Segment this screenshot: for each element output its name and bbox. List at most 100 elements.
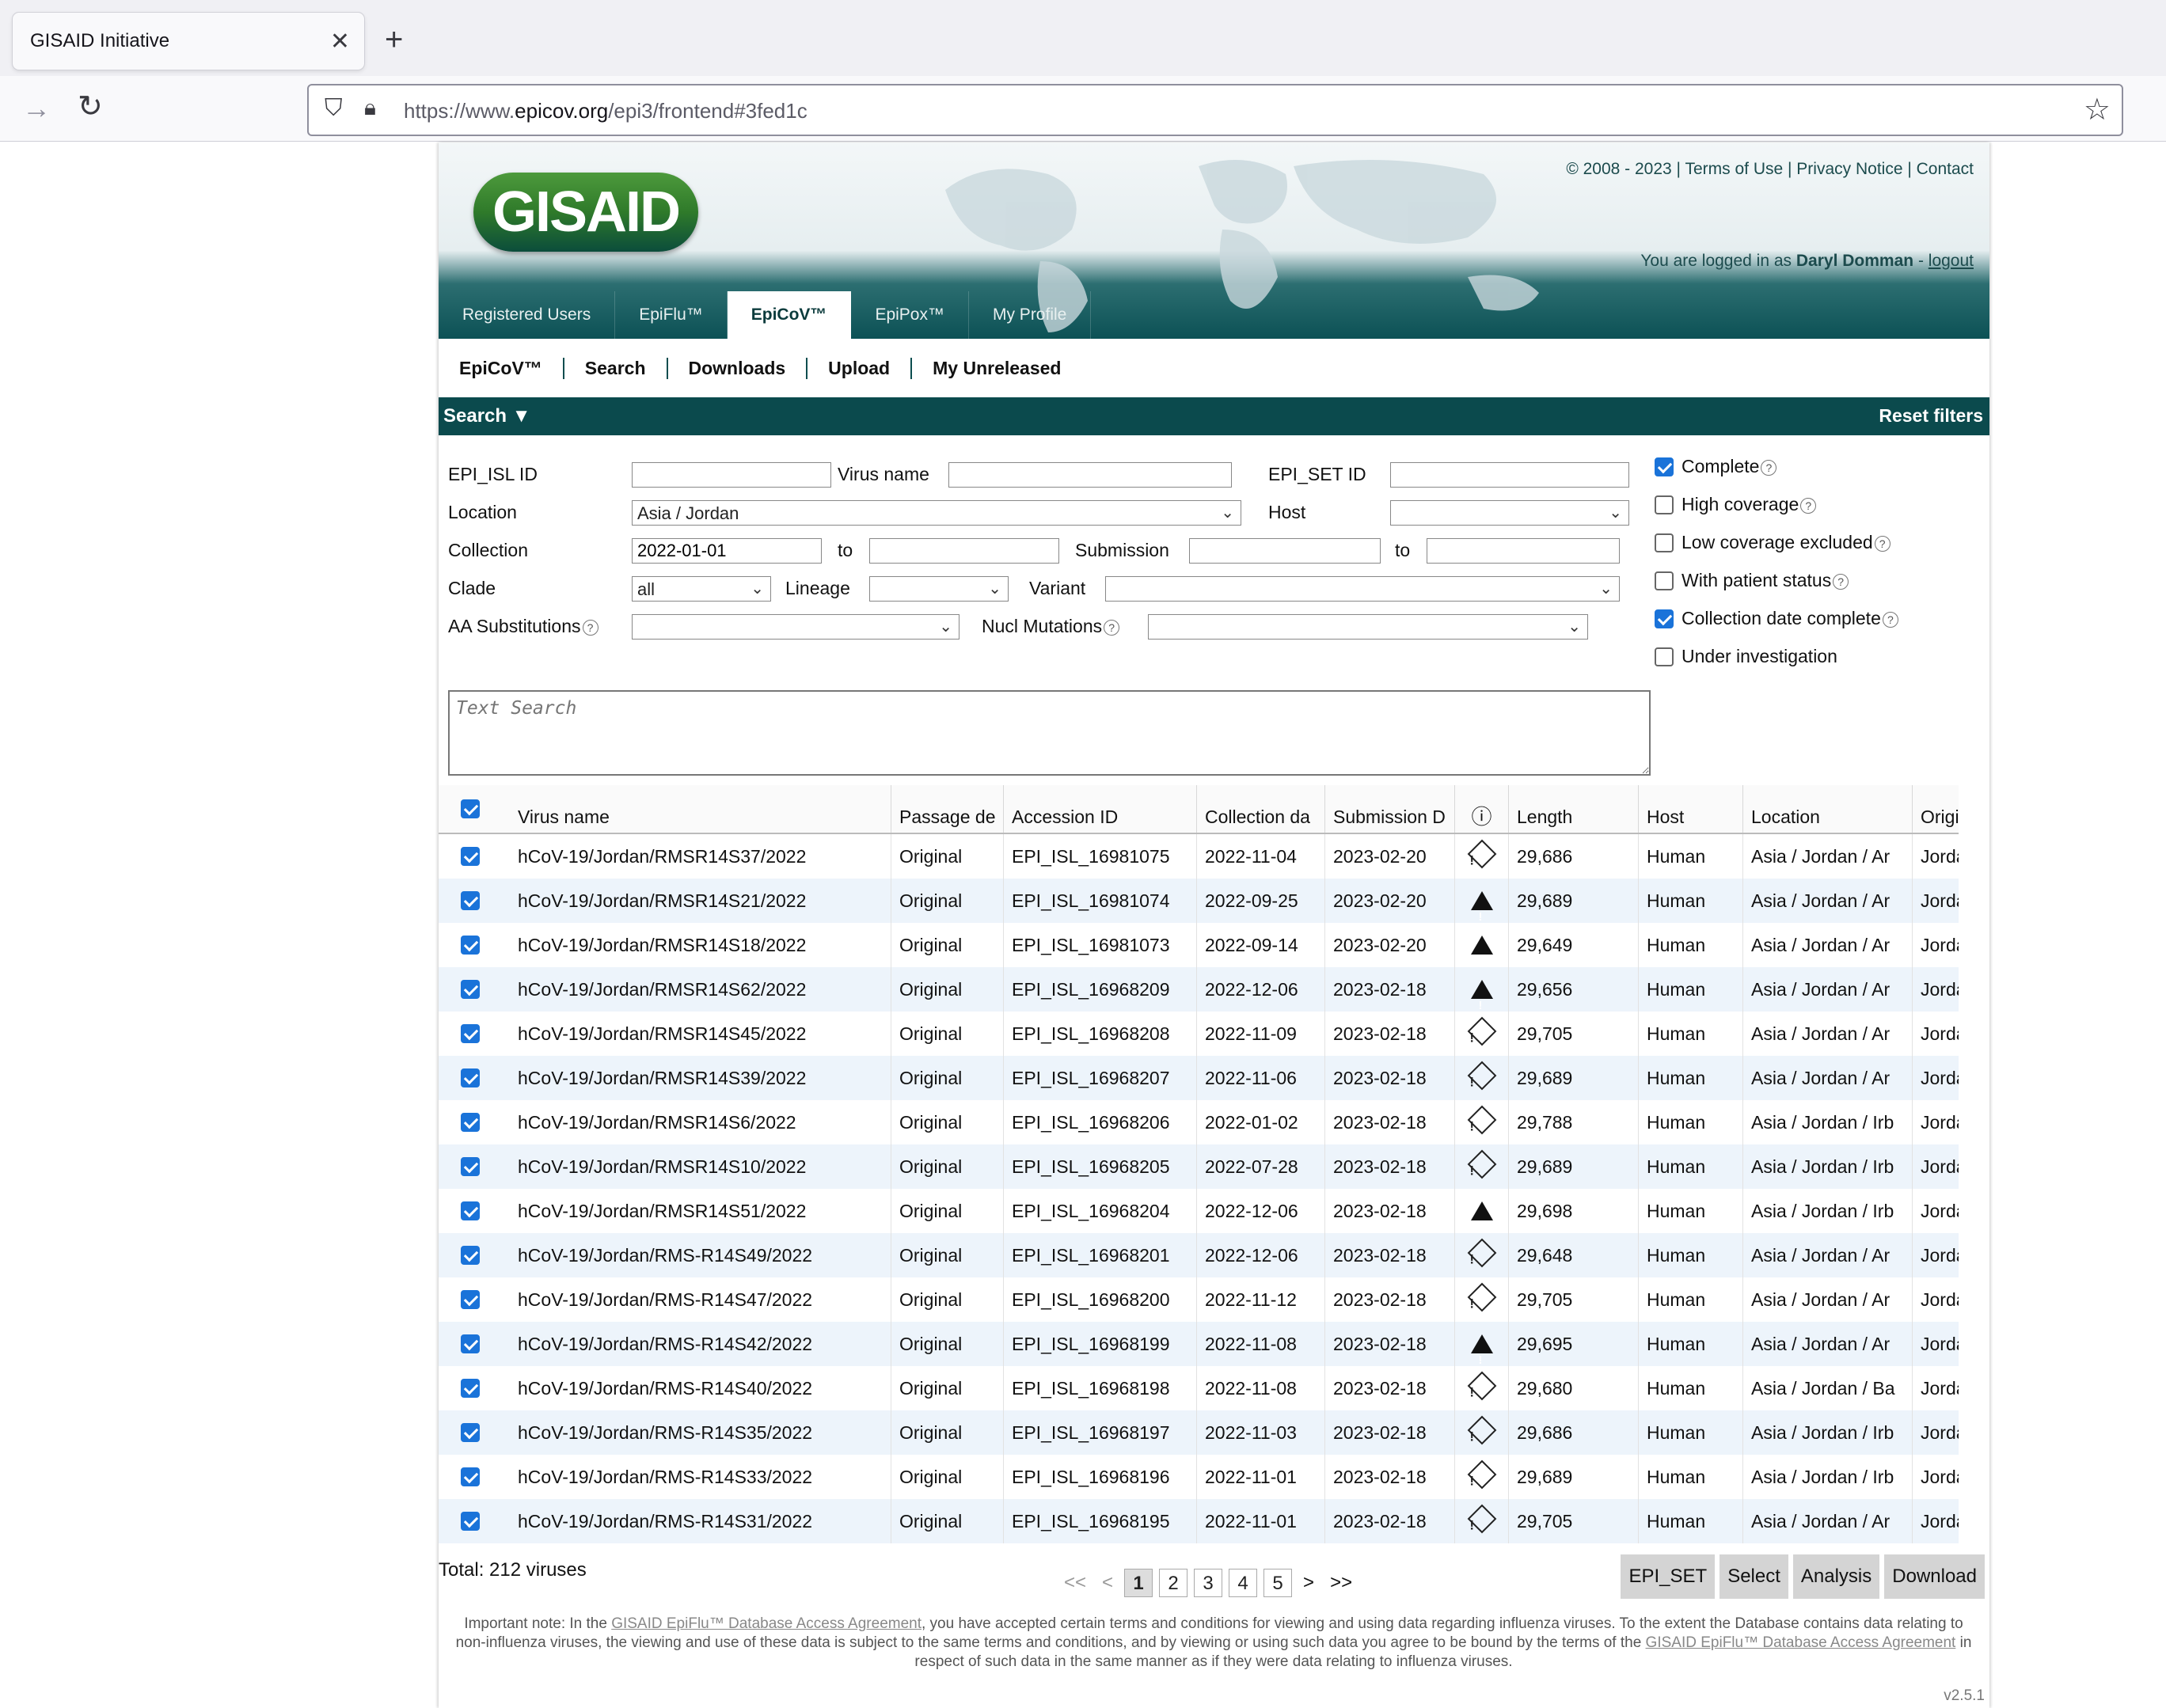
forward-icon[interactable]: →: [22, 92, 51, 125]
cell-virus-name[interactable]: hCoV-19/Jordan/RMSR14S45/2022: [510, 1012, 891, 1056]
warning-diamond-icon[interactable]: [1467, 1061, 1496, 1091]
column-header-length[interactable]: Length: [1509, 785, 1639, 833]
warning-diamond-icon[interactable]: [1467, 1415, 1496, 1445]
column-header-accession-id[interactable]: Accession ID: [1004, 785, 1197, 833]
prev-page-link[interactable]: <: [1102, 1572, 1113, 1594]
row-checkbox[interactable]: [461, 1423, 480, 1442]
filter-label[interactable]: Low coverage excluded?: [1682, 532, 1890, 553]
help-icon[interactable]: ?: [582, 619, 598, 636]
table-row[interactable]: hCoV-19/Jordan/RMS-R14S33/2022 Original EP…: [439, 1455, 1959, 1499]
page-1[interactable]: 1: [1124, 1569, 1153, 1597]
row-checkbox[interactable]: [461, 936, 480, 955]
close-tab-icon[interactable]: ✕: [330, 28, 350, 55]
collection-to-input[interactable]: [869, 538, 1059, 564]
help-icon[interactable]: ?: [1761, 459, 1777, 476]
cell-virus-name[interactable]: hCoV-19/Jordan/RMSR14S39/2022: [510, 1056, 891, 1100]
gisaid-logo[interactable]: GISAID: [473, 173, 698, 252]
search-toggle[interactable]: Search ▼: [443, 405, 530, 427]
logout-link[interactable]: logout: [1928, 252, 1974, 270]
page-3[interactable]: 3: [1194, 1569, 1223, 1597]
agreement-link-2[interactable]: GISAID EpiFlu™ Database Access Agreement: [1646, 1634, 1956, 1651]
filter-checkbox[interactable]: [1655, 457, 1674, 476]
privacy-link[interactable]: Privacy Notice: [1796, 160, 1902, 178]
filter-label[interactable]: With patient status?: [1682, 570, 1849, 591]
shield-icon[interactable]: ⛉: [325, 95, 343, 122]
subnav-epicov[interactable]: EpiCoV™: [439, 358, 563, 379]
cell-virus-name[interactable]: hCoV-19/Jordan/RMSR14S62/2022: [510, 967, 891, 1012]
row-checkbox[interactable]: [461, 891, 480, 910]
cell-accession-id[interactable]: EPI_ISL_16968206: [1004, 1100, 1197, 1144]
table-row[interactable]: hCoV-19/Jordan/RMSR14S10/2022 Original EPI…: [439, 1144, 1959, 1189]
subnav-downloads[interactable]: Downloads: [666, 357, 807, 379]
warning-triangle-icon[interactable]: [1470, 936, 1493, 967]
filter-checkbox[interactable]: [1655, 533, 1674, 552]
table-row[interactable]: hCoV-19/Jordan/RMS-R14S31/2022 Original EP…: [439, 1499, 1959, 1543]
cell-virus-name[interactable]: hCoV-19/Jordan/RMS-R14S40/2022: [510, 1366, 891, 1410]
table-row[interactable]: hCoV-19/Jordan/RMS-R14S35/2022 Original EP…: [439, 1410, 1959, 1455]
warning-diamond-icon[interactable]: [1467, 1504, 1496, 1534]
nav-epicov[interactable]: EpiCoV™: [727, 291, 852, 339]
subnav-search[interactable]: Search: [562, 357, 667, 379]
text-search-input[interactable]: [448, 690, 1651, 776]
filter-checkbox[interactable]: [1655, 495, 1674, 514]
table-row[interactable]: hCoV-19/Jordan/RMSR14S6/2022 Original EPI_…: [439, 1100, 1959, 1144]
collection-from-input[interactable]: [632, 538, 822, 564]
reload-icon[interactable]: ↻: [78, 89, 103, 124]
warning-diamond-icon[interactable]: [1467, 1149, 1496, 1179]
row-checkbox[interactable]: [461, 980, 480, 999]
warning-diamond-icon[interactable]: [1467, 1371, 1496, 1401]
cell-accession-id[interactable]: EPI_ISL_16968204: [1004, 1189, 1197, 1233]
cell-accession-id[interactable]: EPI_ISL_16968200: [1004, 1277, 1197, 1322]
column-header-host[interactable]: Host: [1639, 785, 1743, 833]
url-bar[interactable]: ⛉ 🔒︎ https://www.epicov.org/epi3/fronten…: [307, 84, 2123, 136]
column-header-submission-date[interactable]: Submission D: [1325, 785, 1455, 833]
cell-accession-id[interactable]: EPI_ISL_16968208: [1004, 1012, 1197, 1056]
aa-substitutions-select[interactable]: ⌄: [632, 614, 960, 640]
filter-label[interactable]: Complete?: [1682, 456, 1777, 477]
row-checkbox[interactable]: [461, 1024, 480, 1043]
column-header-location[interactable]: Location: [1743, 785, 1913, 833]
first-page-link[interactable]: <<: [1064, 1572, 1086, 1594]
cell-accession-id[interactable]: EPI_ISL_16981075: [1004, 834, 1197, 879]
next-page-link[interactable]: >: [1303, 1572, 1314, 1594]
help-icon[interactable]: ?: [1104, 619, 1120, 636]
cell-accession-id[interactable]: EPI_ISL_16968196: [1004, 1455, 1197, 1499]
nav-my-profile[interactable]: My Profile: [969, 291, 1092, 339]
new-tab-icon[interactable]: +: [385, 17, 403, 62]
variant-select[interactable]: ⌄: [1105, 576, 1620, 602]
page-2[interactable]: 2: [1159, 1569, 1188, 1597]
cell-virus-name[interactable]: hCoV-19/Jordan/RMSR14S37/2022: [510, 834, 891, 879]
contact-link[interactable]: Contact: [1917, 160, 1974, 178]
cell-accession-id[interactable]: EPI_ISL_16981073: [1004, 923, 1197, 967]
row-checkbox[interactable]: [461, 1201, 480, 1220]
help-icon[interactable]: ?: [1833, 573, 1849, 590]
cell-virus-name[interactable]: hCoV-19/Jordan/RMS-R14S31/2022: [510, 1499, 891, 1543]
last-page-link[interactable]: >>: [1330, 1572, 1352, 1594]
cell-accession-id[interactable]: EPI_ISL_16968198: [1004, 1366, 1197, 1410]
page-4[interactable]: 4: [1229, 1569, 1258, 1597]
subnav-upload[interactable]: Upload: [806, 357, 910, 379]
cell-virus-name[interactable]: hCoV-19/Jordan/RMS-R14S35/2022: [510, 1410, 891, 1455]
analysis-button[interactable]: Analysis: [1792, 1554, 1880, 1599]
table-row[interactable]: hCoV-19/Jordan/RMSR14S62/2022 Original EPI…: [439, 967, 1959, 1012]
terms-link[interactable]: Terms of Use: [1685, 160, 1783, 178]
warning-triangle-icon[interactable]: [1470, 891, 1493, 923]
lineage-select[interactable]: ⌄: [869, 576, 1009, 602]
warning-triangle-icon[interactable]: [1470, 1334, 1493, 1366]
cell-accession-id[interactable]: EPI_ISL_16968209: [1004, 967, 1197, 1012]
row-checkbox[interactable]: [461, 1467, 480, 1486]
cell-accession-id[interactable]: EPI_ISL_16968205: [1004, 1144, 1197, 1189]
table-row[interactable]: hCoV-19/Jordan/RMSR14S37/2022 Original EPI…: [439, 834, 1959, 879]
warning-triangle-icon[interactable]: [1470, 980, 1493, 1012]
row-checkbox[interactable]: [461, 1157, 480, 1176]
select-all-checkbox[interactable]: [461, 799, 480, 818]
virus-name-input[interactable]: [948, 462, 1232, 488]
row-checkbox[interactable]: [461, 1068, 480, 1087]
warning-diamond-icon[interactable]: [1467, 1105, 1496, 1135]
table-row[interactable]: hCoV-19/Jordan/RMSR14S45/2022 Original EPI…: [439, 1012, 1959, 1056]
location-select[interactable]: Asia / Jordan ⌄: [632, 500, 1241, 526]
warning-triangle-icon[interactable]: [1470, 1201, 1493, 1233]
row-checkbox[interactable]: [461, 1379, 480, 1398]
table-row[interactable]: hCoV-19/Jordan/RMS-R14S40/2022 Original EP…: [439, 1366, 1959, 1410]
table-row[interactable]: hCoV-19/Jordan/RMS-R14S49/2022 Original EP…: [439, 1233, 1959, 1277]
